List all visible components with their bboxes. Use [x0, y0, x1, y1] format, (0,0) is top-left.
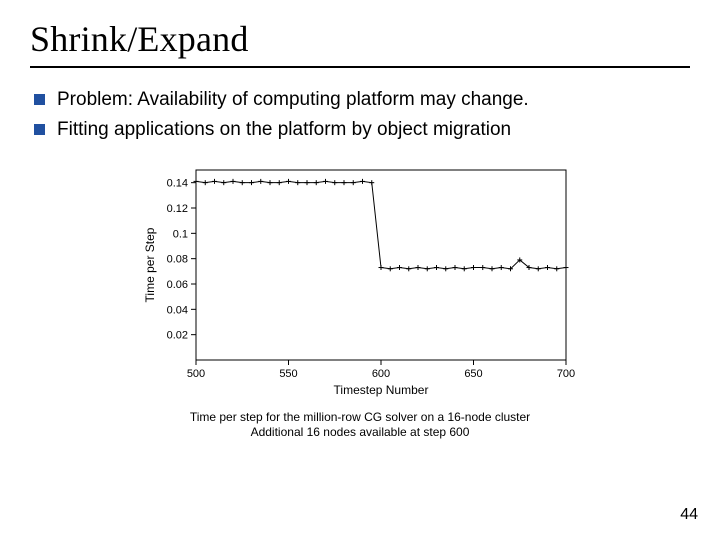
svg-text:0.1: 0.1 — [173, 228, 188, 240]
chart-container: 500 550 600 650 700 0.02 0.04 0.06 0.08 0.1 0.12 0.… — [130, 160, 590, 440]
svg-text:550: 550 — [279, 368, 297, 380]
svg-text:Time per Step: Time per Step — [143, 227, 157, 302]
bullet-text: Fitting applications on the platform by … — [57, 118, 690, 142]
chart-caption: Time per step for the million-row CG sol… — [130, 410, 590, 440]
time-per-step-chart: 500 550 600 650 700 0.02 0.04 0.06 0.08 0.1 0.12 0.… — [140, 160, 580, 400]
svg-text:0.08: 0.08 — [167, 253, 188, 265]
slide: Shrink/Expand Problem: Availability of c… — [0, 0, 720, 540]
bullet-text: Problem: Availability of computing platf… — [57, 88, 690, 112]
svg-text:650: 650 — [464, 368, 482, 380]
caption-line: Time per step for the million-row CG sol… — [130, 410, 590, 425]
svg-text:600: 600 — [372, 368, 390, 380]
svg-text:0.12: 0.12 — [167, 203, 188, 215]
bullet-square-icon — [34, 124, 45, 135]
svg-text:700: 700 — [557, 368, 575, 380]
title-underline — [30, 66, 690, 68]
caption-line: Additional 16 nodes available at step 60… — [130, 425, 590, 440]
svg-text:500: 500 — [187, 368, 205, 380]
bullet-square-icon — [34, 94, 45, 105]
page-number: 44 — [680, 506, 698, 524]
slide-title: Shrink/Expand — [30, 18, 690, 60]
svg-text:0.06: 0.06 — [167, 279, 188, 291]
bullet-item: Problem: Availability of computing platf… — [34, 88, 690, 112]
svg-text:0.04: 0.04 — [167, 304, 188, 316]
svg-text:Timestep Number: Timestep Number — [334, 383, 429, 397]
bullet-list: Problem: Availability of computing platf… — [34, 88, 690, 142]
svg-text:0.02: 0.02 — [167, 329, 188, 341]
bullet-item: Fitting applications on the platform by … — [34, 118, 690, 142]
svg-text:0.14: 0.14 — [167, 177, 188, 189]
